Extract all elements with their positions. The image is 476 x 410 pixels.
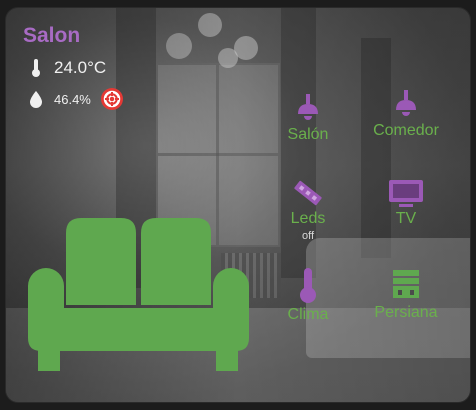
alert-badge[interactable] [100,88,123,110]
climate-label-clima: Clima [287,306,329,323]
water-drop-icon [28,89,44,109]
sofa-icon[interactable] [26,213,251,378]
television-icon [389,180,423,207]
room-card[interactable]: Salon 24.0°C 46.4% Salón Comedor Leds of… [6,8,470,402]
light-label-comedor: Comedor [373,122,439,139]
thermometer-icon [300,268,316,303]
light-state-leds: off [301,230,315,242]
light-button-leds[interactable]: Leds off [278,176,338,242]
ceiling-lamp-icon [396,90,416,116]
room-title[interactable]: Salon [23,24,80,48]
cover-button-persiana[interactable]: Persiana [363,266,449,322]
media-button-tv[interactable]: TV [376,176,436,228]
window-shutter-icon [393,270,419,298]
light-button-comedor[interactable]: Comedor [361,88,451,140]
temperature-value: 24.0°C [54,58,107,77]
led-strip-icon [294,180,322,206]
media-label-tv: TV [395,210,417,227]
thermometer-icon [28,58,44,78]
light-label-salon: Salón [287,126,329,143]
climate-button-clima[interactable]: Clima [278,266,338,324]
humidity-row: 46.4% [28,88,123,110]
light-label-leds: Leds [290,210,326,227]
light-button-salon[interactable]: Salón [278,92,338,144]
temperature-row: 24.0°C [28,58,106,78]
ceiling-lamp-icon [298,94,318,120]
humidity-value: 46.4% [54,91,91,107]
lifebuoy-icon [103,90,121,108]
cover-label-persiana: Persiana [374,304,438,321]
